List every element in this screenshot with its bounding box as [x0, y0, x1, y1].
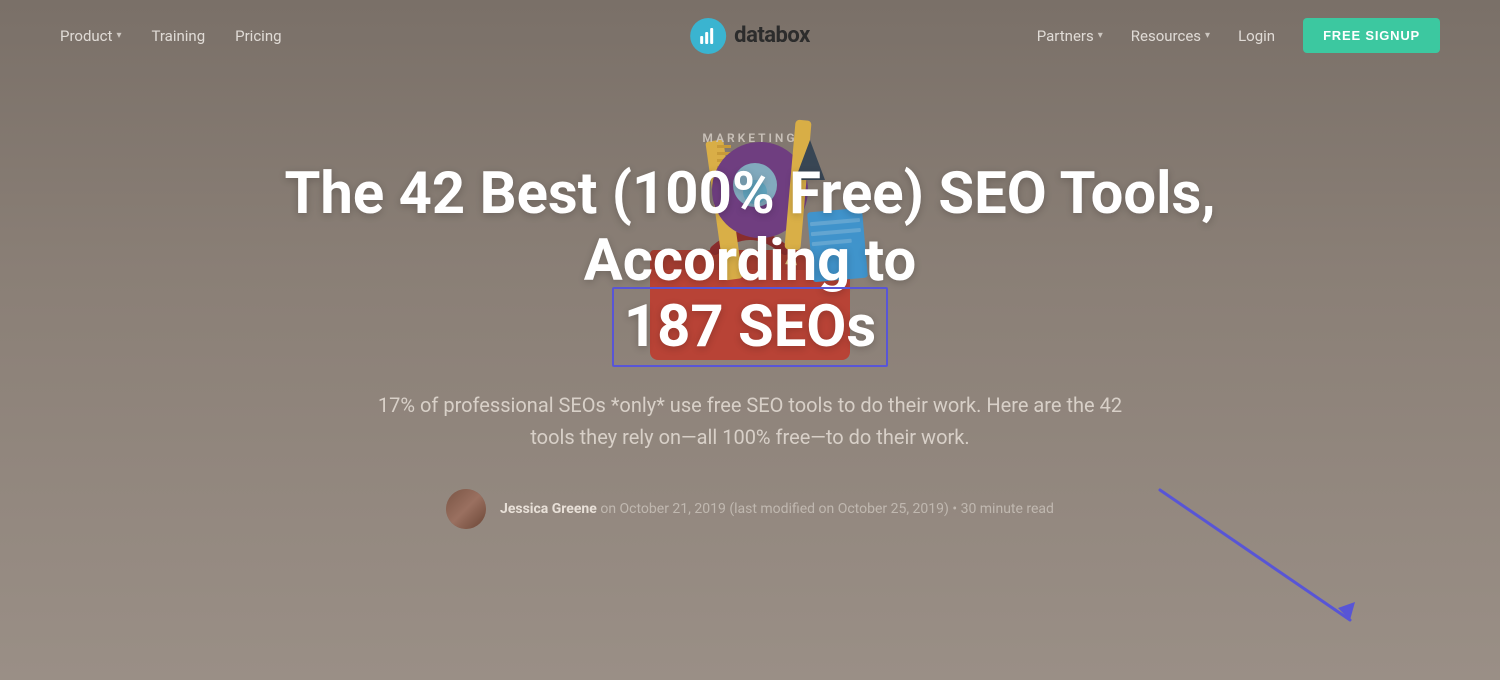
title-highlight: 187 SEOs — [612, 287, 888, 367]
nav-training[interactable]: Training — [151, 27, 205, 45]
nav-login[interactable]: Login — [1238, 27, 1275, 45]
partners-chevron-icon: ▾ — [1098, 30, 1103, 41]
nav-partners[interactable]: Partners ▾ — [1037, 27, 1103, 45]
hero-section: Product ▾ Training Pricing databox — [0, 0, 1500, 680]
hero-subtitle: 17% of professional SEOs *only* use free… — [360, 389, 1140, 453]
author-avatar — [446, 489, 486, 529]
nav-left: Product ▾ Training Pricing — [60, 27, 282, 45]
navbar: Product ▾ Training Pricing databox — [0, 0, 1500, 71]
nav-product[interactable]: Product ▾ — [60, 27, 121, 45]
annotation-arrow — [1100, 460, 1400, 640]
logo-icon — [690, 18, 726, 54]
product-chevron-icon: ▾ — [116, 30, 121, 41]
logo[interactable]: databox — [690, 18, 810, 54]
author-info: Jessica Greene on October 21, 2019 (last… — [500, 501, 1054, 517]
avatar-image — [446, 489, 486, 529]
nav-right: Partners ▾ Resources ▾ Login FREE SIGNUP — [1037, 18, 1440, 53]
author-date: on October 21, 2019 (last modified on Oc… — [600, 501, 1054, 517]
nav-resources[interactable]: Resources ▾ — [1131, 27, 1210, 45]
nav-pricing[interactable]: Pricing — [235, 27, 281, 45]
logo-text: databox — [734, 23, 810, 48]
category-label: MARKETING — [702, 131, 797, 145]
hero-title: The 42 Best (100% Free) SEO Tools, Accor… — [200, 161, 1300, 361]
resources-chevron-icon: ▾ — [1205, 30, 1210, 41]
signup-button[interactable]: FREE SIGNUP — [1303, 18, 1440, 53]
author-name: Jessica Greene — [500, 501, 597, 517]
author-row: Jessica Greene on October 21, 2019 (last… — [446, 489, 1054, 529]
